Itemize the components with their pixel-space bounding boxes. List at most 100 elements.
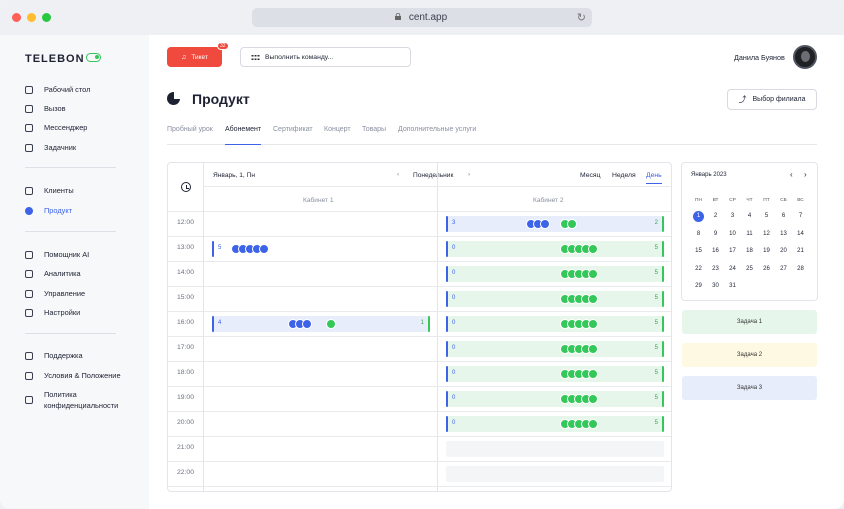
sidebar-item-label: Условия & Положение xyxy=(44,371,121,380)
sidebar-item-9[interactable]: Настройки xyxy=(25,308,80,317)
sidebar-item-text: Рабочий стол xyxy=(44,85,90,94)
slot-right-count: 5 xyxy=(654,320,658,326)
sidebar-item-5[interactable]: Продукт xyxy=(25,206,72,215)
task-card[interactable]: Задача 1 xyxy=(682,310,817,334)
day-cell[interactable]: 23 xyxy=(707,266,724,272)
time-label: 15:00 xyxy=(176,294,194,301)
day-cell[interactable]: 14 xyxy=(792,231,809,237)
theme-toggle[interactable] xyxy=(86,53,101,62)
sidebar-item-11[interactable]: Условия & Положение xyxy=(25,371,121,380)
sidebar-item-label: Аналитика xyxy=(44,269,81,278)
sidebar-item-7[interactable]: Аналитика xyxy=(25,269,81,278)
sidebar-item-10[interactable]: Поддержка xyxy=(25,351,83,360)
task-card[interactable]: Задача 2 xyxy=(682,343,817,367)
day-cell[interactable]: 28 xyxy=(792,266,809,272)
row-divider xyxy=(168,361,671,362)
app-window: cent.app ↻ TELEBON Рабочий стол Вызов Месс… xyxy=(0,0,844,509)
view-0[interactable]: Месяц xyxy=(580,172,601,179)
mini-next-button[interactable]: › xyxy=(804,170,807,179)
view-1[interactable]: Неделя xyxy=(612,172,636,179)
day-cell[interactable]: 3 xyxy=(724,213,741,219)
close-window-button[interactable] xyxy=(12,13,21,22)
time-label: 20:00 xyxy=(176,419,194,426)
sidebar-item-6[interactable]: Помощник AI xyxy=(25,250,89,259)
prev-day-button[interactable]: ‹ xyxy=(397,171,399,178)
branch-select-button[interactable]: ⤴ Выбор филиала xyxy=(727,89,817,110)
day-cell[interactable]: 21 xyxy=(792,248,809,254)
room2-slot[interactable]: 05 xyxy=(446,391,664,407)
day-cell[interactable]: 10 xyxy=(724,231,741,237)
room2-slot[interactable]: 05 xyxy=(446,316,664,332)
day-cell[interactable]: 20 xyxy=(775,248,792,254)
day-cell[interactable]: 8 xyxy=(690,231,707,237)
tab-5[interactable]: Дополнительные услуги xyxy=(398,126,476,145)
day-cell[interactable]: 13 xyxy=(775,231,792,237)
day-cell[interactable]: 30 xyxy=(707,283,724,289)
day-cell[interactable]: 17 xyxy=(724,248,741,254)
sidebar-item-8[interactable]: Управление xyxy=(25,289,85,298)
day-cell[interactable]: 4 xyxy=(741,213,758,219)
avatar-group xyxy=(560,219,577,229)
room2-slot[interactable] xyxy=(446,441,664,457)
day-cell[interactable]: 5 xyxy=(758,213,775,219)
day-cell[interactable]: 25 xyxy=(741,266,758,272)
room2-slot[interactable] xyxy=(446,466,664,482)
tab-2[interactable]: Сертификат xyxy=(273,126,313,145)
sidebar-item-12[interactable]: Политика конфиденциальности xyxy=(25,390,118,410)
sidebar-item-2[interactable]: Мессенджер xyxy=(25,123,87,132)
room2-slot[interactable]: 32 xyxy=(446,216,664,232)
maximize-window-button[interactable] xyxy=(42,13,51,22)
day-cell[interactable]: 19 xyxy=(758,248,775,254)
slot-right-bar xyxy=(662,366,664,382)
command-input[interactable]: Выполнить команду... xyxy=(240,47,411,67)
room2-slot[interactable]: 05 xyxy=(446,341,664,357)
tab-0[interactable]: Пробный урок xyxy=(167,126,213,145)
day-cell[interactable]: 7 xyxy=(792,213,809,219)
day-cell[interactable]: 15 xyxy=(690,248,707,254)
sidebar-item-0[interactable]: Рабочий стол xyxy=(25,85,90,94)
briefcase-icon xyxy=(25,143,33,152)
day-cell[interactable]: 1 xyxy=(690,213,707,219)
room2-slot[interactable]: 05 xyxy=(446,291,664,307)
sidebar-item-text: Аналитика xyxy=(44,269,81,278)
ticket-button[interactable]: ♫ Тикет xyxy=(167,47,222,67)
day-cell[interactable]: 24 xyxy=(724,266,741,272)
mini-prev-button[interactable]: ‹ xyxy=(790,170,793,179)
day-cell[interactable]: 6 xyxy=(775,213,792,219)
user-avatar[interactable] xyxy=(793,45,817,69)
day-cell[interactable]: 27 xyxy=(775,266,792,272)
header-divider xyxy=(203,186,671,187)
day-cell[interactable]: 31 xyxy=(724,283,741,289)
day-cell[interactable]: 12 xyxy=(758,231,775,237)
sidebar-item-3[interactable]: Задачник xyxy=(25,143,76,152)
tab-3[interactable]: Концерт xyxy=(324,126,351,145)
room2-slot[interactable]: 05 xyxy=(446,241,664,257)
next-day-button[interactable]: › xyxy=(468,171,470,178)
tab-4[interactable]: Товары xyxy=(362,126,386,145)
sidebar-divider xyxy=(25,167,116,168)
app-logo: TELEBON xyxy=(25,53,85,65)
slot-right-bar xyxy=(662,391,664,407)
minimize-window-button[interactable] xyxy=(27,13,36,22)
sidebar-item-4[interactable]: Клиенты xyxy=(25,186,74,195)
sidebar-item-label: Политика xyxy=(44,390,77,399)
day-cell[interactable]: 11 xyxy=(741,231,758,237)
room2-slot[interactable]: 05 xyxy=(446,266,664,282)
room2-slot[interactable]: 05 xyxy=(446,416,664,432)
day-cell[interactable]: 26 xyxy=(758,266,775,272)
address-bar[interactable]: cent.app ↻ xyxy=(252,8,592,27)
room2-slot[interactable]: 05 xyxy=(446,366,664,382)
view-2[interactable]: День xyxy=(646,172,662,184)
day-cell[interactable]: 22 xyxy=(690,266,707,272)
day-cell[interactable]: 2 xyxy=(707,213,724,219)
day-cell[interactable]: 29 xyxy=(690,283,707,289)
day-cell[interactable]: 18 xyxy=(741,248,758,254)
day-cell[interactable]: 9 xyxy=(707,231,724,237)
weekday-label: ЧТ xyxy=(746,198,753,203)
sidebar-item-1[interactable]: Вызов xyxy=(25,104,66,113)
reload-icon[interactable]: ↻ xyxy=(577,11,586,24)
room1-slot[interactable]: 41 xyxy=(212,316,430,332)
task-card[interactable]: Задача 3 xyxy=(682,376,817,400)
day-cell[interactable]: 16 xyxy=(707,248,724,254)
tab-1[interactable]: Абонемент xyxy=(225,126,262,145)
